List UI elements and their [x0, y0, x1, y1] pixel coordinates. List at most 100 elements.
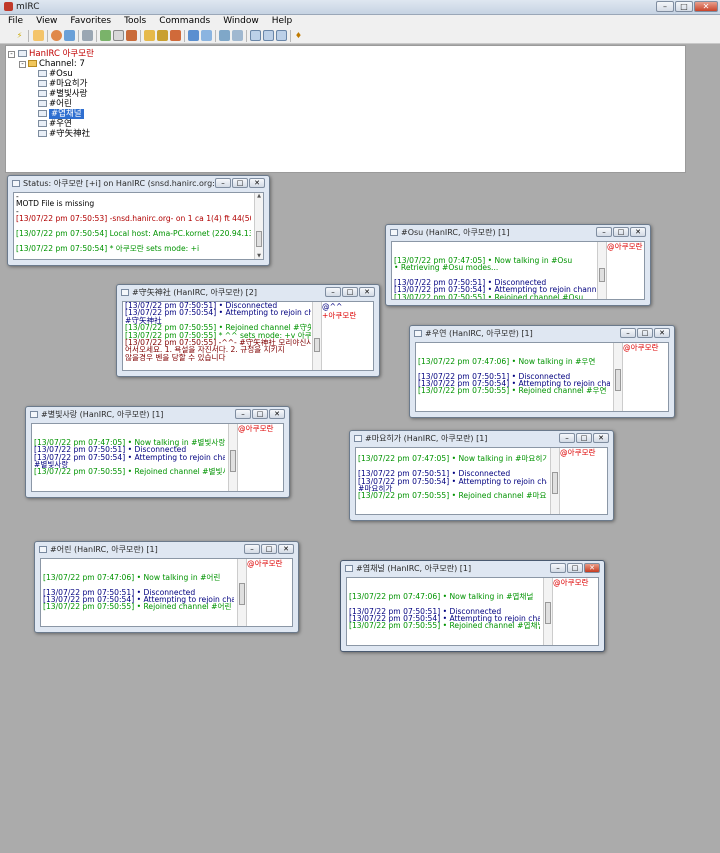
- nick-item[interactable]: @아쿠모란: [607, 243, 643, 251]
- minimize-button[interactable]: –: [325, 287, 341, 297]
- dcc-chat-icon[interactable]: [113, 30, 124, 41]
- favorites-icon[interactable]: [144, 30, 155, 41]
- received-files-icon[interactable]: [157, 30, 168, 41]
- minimize-button[interactable]: –: [656, 1, 674, 12]
- close-button[interactable]: ✕: [654, 328, 670, 338]
- scrollbar[interactable]: ▲ ▼: [254, 193, 263, 259]
- address-book-icon[interactable]: [64, 30, 75, 41]
- dcc-options-icon[interactable]: [126, 30, 137, 41]
- restore-button[interactable]: □: [675, 1, 693, 12]
- scripts-editor-icon[interactable]: [82, 30, 93, 41]
- menu-favorites[interactable]: Favorites: [62, 15, 116, 28]
- scrollbar-thumb[interactable]: [230, 450, 236, 472]
- minimize-button[interactable]: –: [244, 544, 260, 554]
- tree-channel-mayohiga[interactable]: #마요히가: [38, 79, 87, 89]
- tree-channel-osu[interactable]: #Osu: [38, 69, 73, 79]
- url-list-icon[interactable]: [188, 30, 199, 41]
- scroll-down-icon[interactable]: ▼: [255, 253, 263, 259]
- scroll-up-icon[interactable]: ▲: [255, 193, 263, 199]
- connect-icon[interactable]: ⚡: [14, 30, 25, 41]
- log-files-icon[interactable]: [219, 30, 230, 41]
- tree-server-node[interactable]: HanIRC 아쿠모란: [18, 49, 94, 59]
- tree-channel-byeolbit[interactable]: #별빛사랑: [38, 89, 87, 99]
- collapse-server-icon[interactable]: -: [8, 51, 15, 58]
- restore-button[interactable]: □: [613, 227, 629, 237]
- help-icon[interactable]: ♦: [293, 30, 304, 41]
- minimize-button[interactable]: –: [215, 178, 231, 188]
- close-button[interactable]: ✕: [359, 287, 375, 297]
- channel-window-moriya[interactable]: #守矢神社 (HanIRC, 아쿠모란) [2] – □ ✕ [13/07/22 p…: [116, 284, 380, 377]
- scrollbar-thumb[interactable]: [545, 602, 551, 624]
- menu-file[interactable]: File: [0, 15, 28, 28]
- channel-window-body[interactable]: [13/07/22 pm 07:47:06] • Now talking in …: [346, 577, 599, 646]
- scrollbar[interactable]: [312, 302, 321, 370]
- scrollbar-thumb[interactable]: [239, 583, 245, 605]
- close-button[interactable]: ✕: [630, 227, 646, 237]
- nick-item[interactable]: @아쿠모란: [553, 579, 589, 587]
- nick-item[interactable]: @아쿠모란: [560, 449, 596, 457]
- notify-icon[interactable]: [232, 30, 243, 41]
- close-button[interactable]: ✕: [278, 544, 294, 554]
- cascade-icon[interactable]: [250, 30, 261, 41]
- options-icon[interactable]: [33, 30, 44, 41]
- notify-list-icon[interactable]: [170, 30, 181, 41]
- scrollbar-thumb[interactable]: [599, 268, 605, 282]
- minimize-button[interactable]: –: [559, 433, 575, 443]
- channel-window-osu[interactable]: #Osu (HanIRC, 아쿠모란) [1] – □ ✕ [13/07/22 pm…: [385, 224, 651, 306]
- menu-tools[interactable]: Tools: [116, 15, 151, 28]
- minimize-button[interactable]: –: [235, 409, 251, 419]
- nick-item[interactable]: @^^: [322, 303, 342, 311]
- menu-view[interactable]: View: [28, 15, 62, 28]
- channel-window-body[interactable]: [13/07/22 pm 07:47:05] • Now talking in …: [391, 241, 645, 300]
- collapse-channels-icon[interactable]: -: [19, 61, 26, 68]
- scrollbar[interactable]: [597, 242, 606, 299]
- tree-channel-yeop[interactable]: #엽채널: [38, 109, 84, 119]
- restore-button[interactable]: □: [567, 563, 583, 573]
- nick-item[interactable]: @아쿠모란: [238, 425, 274, 433]
- channel-window-body[interactable]: [13/07/22 pm 07:47:06] • Now talking in …: [40, 558, 293, 627]
- scrollbar-thumb[interactable]: [615, 369, 621, 391]
- menu-commands[interactable]: Commands: [151, 15, 215, 28]
- restore-button[interactable]: □: [342, 287, 358, 297]
- scrollbar-thumb[interactable]: [256, 231, 262, 247]
- close-button[interactable]: ✕: [249, 178, 265, 188]
- channel-window-eorin[interactable]: #어린 (HanIRC, 아쿠모란) [1] – □ ✕ [13/07/22 pm …: [34, 541, 299, 633]
- tree-channel-eorin[interactable]: #어린: [38, 99, 72, 109]
- menu-help[interactable]: Help: [264, 15, 298, 28]
- channel-window-byeolbit[interactable]: #별빛사랑 (HanIRC, 아쿠모란) [1] – □ ✕ [13/07/22 p…: [25, 406, 290, 498]
- restore-button[interactable]: □: [232, 178, 248, 188]
- scrollbar[interactable]: [237, 559, 246, 626]
- status-window[interactable]: Status: 아쿠모란 [+i] on HanIRC (snsd.hanirc…: [7, 175, 270, 266]
- channel-window-yeop[interactable]: #엽채널 (HanIRC, 아쿠모란) [1] – □ ✕ [13/07/22 pm…: [340, 560, 605, 652]
- scrollbar[interactable]: [613, 343, 622, 411]
- restore-button[interactable]: □: [252, 409, 268, 419]
- close-button[interactable]: ✕: [694, 1, 718, 12]
- status-window-body[interactable]: - MOTD File is missing - [13/07/22 pm 07:50…: [13, 192, 264, 260]
- minimize-button[interactable]: –: [620, 328, 636, 338]
- tree-channel-group[interactable]: Channel: 7: [28, 59, 85, 69]
- channel-window-uyeon[interactable]: #우연 (HanIRC, 아쿠모란) [1] – □ ✕ [13/07/22 pm …: [409, 325, 675, 418]
- channel-window-mayohiga[interactable]: #마요히가 (HanIRC, 아쿠모란) [1] – □ ✕ [13/07/22 p…: [349, 430, 614, 521]
- dcc-send-icon[interactable]: [100, 30, 111, 41]
- restore-button[interactable]: □: [261, 544, 277, 554]
- channel-window-body[interactable]: [13/07/22 pm 07:47:05] • Now talking in …: [355, 447, 608, 515]
- tile-horizontal-icon[interactable]: [263, 30, 274, 41]
- tree-channel-uyeon[interactable]: #우연: [38, 119, 72, 129]
- menu-window[interactable]: Window: [215, 15, 264, 28]
- channel-window-body[interactable]: [13/07/22 pm 07:47:05] • Now talking in …: [31, 423, 284, 492]
- channel-window-body[interactable]: [13/07/22 pm 07:47:06] • Now talking in …: [415, 342, 669, 412]
- restore-button[interactable]: □: [576, 433, 592, 443]
- nick-item[interactable]: @아쿠모란: [247, 560, 283, 568]
- tree-channel-moriya[interactable]: #守矢神社: [38, 129, 90, 139]
- nick-item[interactable]: @아쿠모란: [623, 344, 659, 352]
- channel-window-body[interactable]: [13/07/22 pm 07:50:51] • Disconnected [13…: [122, 301, 374, 371]
- scrollbar-thumb[interactable]: [552, 472, 558, 494]
- nick-item[interactable]: +아쿠모란: [322, 312, 356, 320]
- scrollbar[interactable]: [543, 578, 552, 645]
- channel-list-icon[interactable]: [51, 30, 62, 41]
- close-button[interactable]: ✕: [269, 409, 285, 419]
- close-button[interactable]: ✕: [584, 563, 600, 573]
- restore-button[interactable]: □: [637, 328, 653, 338]
- minimize-button[interactable]: –: [596, 227, 612, 237]
- colors-icon[interactable]: [201, 30, 212, 41]
